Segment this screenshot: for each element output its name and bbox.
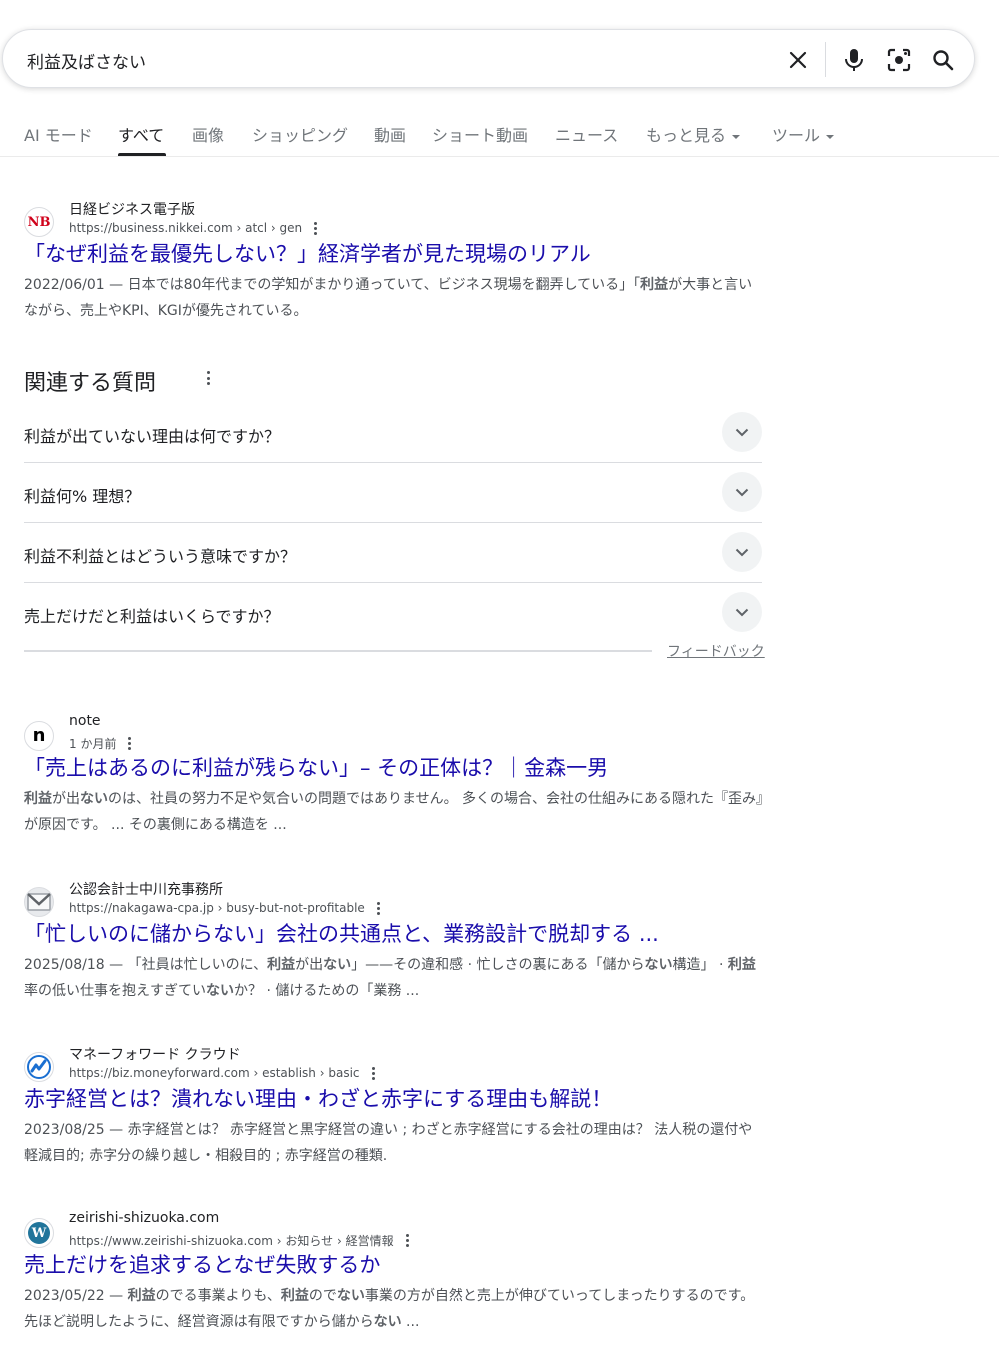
- tab-ai-mode[interactable]: AI モード: [24, 122, 93, 146]
- tab-all[interactable]: すべて: [118, 122, 164, 146]
- nikkei-logo-icon: NB: [27, 214, 51, 230]
- result-site-name[interactable]: 公認会計士中川充事務所: [69, 879, 223, 899]
- tab-shopping[interactable]: ショッピング: [252, 122, 348, 146]
- result-title-link[interactable]: 「忙しいのに儲からない」会社の共通点と、業務設計で脱却する ...: [24, 918, 659, 948]
- site-favicon: [24, 887, 54, 917]
- tab-tools-label: ツール: [772, 126, 821, 145]
- site-favicon: n: [24, 721, 54, 751]
- more-options-icon[interactable]: [371, 1066, 375, 1080]
- wordpress-logo-icon: W: [28, 1222, 50, 1244]
- search-divider: [825, 42, 826, 77]
- chevron-down-icon: [826, 134, 835, 139]
- paa-question[interactable]: 売上だけだと利益はいくらですか？: [24, 583, 762, 643]
- chevron-down-icon[interactable]: [722, 532, 762, 572]
- chevron-down-icon[interactable]: [722, 472, 762, 512]
- result-title-link[interactable]: 売上だけを追求するとなぜ失敗するか: [24, 1249, 380, 1279]
- search-icon[interactable]: [930, 47, 956, 73]
- result-url-row: https://www.zeirishi-shizuoka.com › お知らせ…: [69, 1232, 409, 1249]
- tab-more-label: もっと見る: [646, 126, 727, 145]
- result-url-row: https://business.nikkei.com › atcl › gen: [69, 221, 318, 235]
- tab-news[interactable]: ニュース: [555, 122, 618, 146]
- paa-question[interactable]: 利益何% 理想？: [24, 463, 762, 523]
- feedback-divider: [24, 650, 652, 652]
- search-bar[interactable]: 利益及ばさない: [2, 29, 975, 88]
- chevron-down-icon: [732, 134, 741, 139]
- tab-tools[interactable]: ツール: [772, 122, 835, 146]
- search-tabs: AI モード すべて 画像 ショッピング 動画 ショート動画 ニュース もっと見…: [0, 117, 999, 157]
- result-title-link[interactable]: 「なぜ利益を最優先しない？」経済学者が見た現場のリアル: [24, 238, 591, 268]
- result-snippet: 利益が出ないのは、社員の努力不足や気合いの問題ではありません。 多くの場合、会社…: [24, 791, 764, 833]
- result-site-name[interactable]: 日経ビジネス電子版: [69, 199, 195, 219]
- search-input[interactable]: 利益及ばさない: [27, 48, 146, 73]
- more-options-icon[interactable]: [314, 221, 318, 235]
- result-title-link[interactable]: 「売上はあるのに利益が残らない」– その正体は？｜金森一男: [24, 752, 608, 782]
- paa-heading: 関連する質問: [24, 371, 157, 396]
- paa-question[interactable]: 利益不利益とはどういう意味ですか？: [24, 523, 762, 583]
- camera-lens-icon[interactable]: [886, 47, 912, 73]
- site-favicon: [24, 1052, 54, 1082]
- paa-question-text: 利益何% 理想？: [24, 487, 141, 506]
- feedback-link[interactable]: フィードバック: [667, 641, 765, 661]
- tab-more[interactable]: もっと見る: [646, 122, 741, 146]
- result-url[interactable]: https://www.zeirishi-shizuoka.com › お知らせ…: [69, 1232, 394, 1249]
- tab-short-videos[interactable]: ショート動画: [432, 122, 528, 146]
- more-options-icon[interactable]: [128, 737, 132, 750]
- site-favicon: NB: [24, 207, 54, 237]
- paa-question[interactable]: 利益が出ていない理由は何ですか？: [24, 403, 762, 463]
- clear-icon[interactable]: [785, 47, 811, 73]
- note-logo-icon: n: [32, 725, 46, 746]
- result-url[interactable]: https://biz.moneyforward.com › establish…: [69, 1066, 360, 1080]
- moneyforward-logo-icon: [27, 1055, 51, 1079]
- result-title-link[interactable]: 赤字経営とは？潰れない理由・わざと赤字にする理由も解説！: [24, 1083, 612, 1113]
- result-snippet: 2023/08/25 — 赤字経営とは？ 赤字経営と黒字経営の違い ; わざと赤…: [24, 1122, 753, 1164]
- result-url-row: https://nakagawa-cpa.jp › busy-but-not-p…: [69, 901, 380, 915]
- more-options-icon[interactable]: [405, 1234, 409, 1247]
- result-snippet: 2023/05/22 — 利益のでる事業よりも、利益のでない事業の方が自然と売上…: [24, 1288, 755, 1330]
- envelope-icon: [27, 893, 51, 911]
- result-url[interactable]: https://nakagawa-cpa.jp › busy-but-not-p…: [69, 901, 365, 915]
- site-favicon: W: [24, 1218, 54, 1248]
- more-options-icon[interactable]: [376, 901, 380, 915]
- paa-question-text: 利益不利益とはどういう意味ですか？: [24, 547, 297, 566]
- tab-images[interactable]: 画像: [192, 122, 224, 146]
- result-site-name[interactable]: zeirishi-shizuoka.com: [69, 1210, 219, 1226]
- active-tab-indicator: [118, 153, 166, 156]
- result-url[interactable]: https://business.nikkei.com › atcl › gen: [69, 221, 302, 235]
- result-snippet: 2022/06/01 — 日本では80年代までの学知がまかり通っていて、ビジネス…: [24, 277, 753, 319]
- more-options-icon[interactable]: [207, 371, 210, 385]
- paa-question-text: 売上だけだと利益はいくらですか？: [24, 607, 280, 626]
- tab-videos[interactable]: 動画: [374, 122, 406, 146]
- chevron-down-icon[interactable]: [722, 412, 762, 452]
- result-url-row: 1 か月前: [69, 735, 132, 752]
- result-url-row: https://biz.moneyforward.com › establish…: [69, 1066, 375, 1080]
- result-date: 1 か月前: [69, 737, 117, 751]
- paa-question-text: 利益が出ていない理由は何ですか？: [24, 427, 281, 446]
- result-site-name[interactable]: note: [69, 713, 101, 729]
- microphone-icon[interactable]: [841, 47, 867, 73]
- result-site-name[interactable]: マネーフォワード クラウド: [69, 1044, 241, 1064]
- chevron-down-icon[interactable]: [722, 592, 762, 632]
- result-snippet: 2025/08/18 — 「社員は忙しいのに、利益が出ない」——その違和感 · …: [24, 957, 756, 999]
